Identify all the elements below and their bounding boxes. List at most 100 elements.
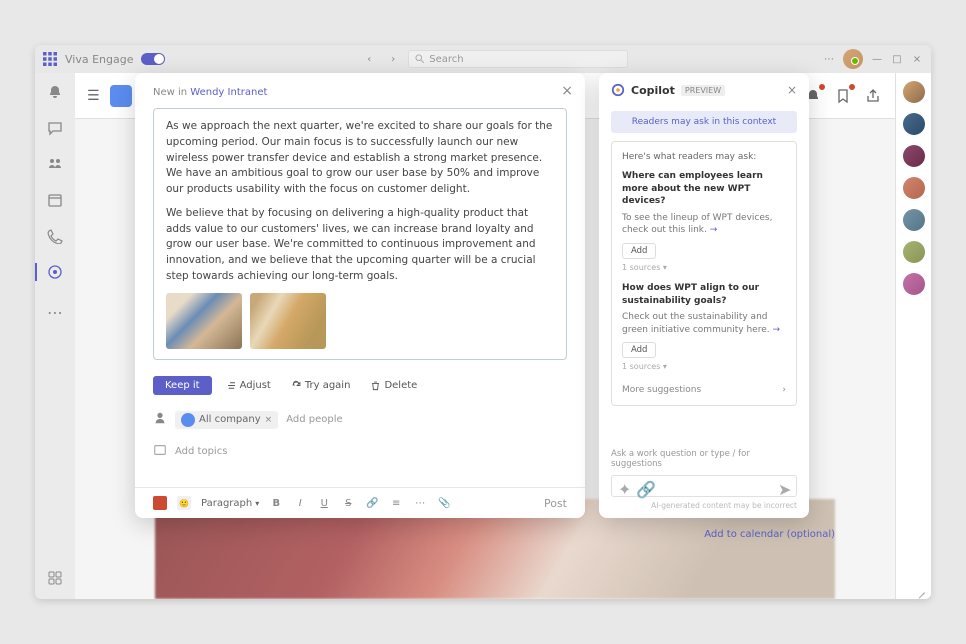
- more-suggestions-link[interactable]: More suggestions ›: [622, 381, 786, 395]
- destination-link[interactable]: Wendy Intranet: [190, 87, 267, 98]
- copilot-panel: Copilot PREVIEW × Readers may ask in thi…: [599, 73, 809, 518]
- add-suggestion-button[interactable]: Add: [622, 342, 656, 358]
- link-arrow-icon[interactable]: →: [710, 225, 718, 235]
- more-format-button[interactable]: ⋯: [413, 498, 427, 509]
- nav-back-button[interactable]: ‹: [360, 50, 378, 68]
- bold-button[interactable]: B: [269, 498, 283, 509]
- format-toolbar: 🙂 Paragraph▾ B I U S 🔗 ≡ ⋯ 📎 Post: [135, 487, 585, 518]
- attachment-image[interactable]: [166, 293, 242, 349]
- topic-icon: [153, 443, 167, 460]
- composer-panel: × New in Wendy Intranet As we approach t…: [135, 73, 585, 518]
- emoji-icon[interactable]: 🙂: [177, 496, 191, 510]
- person-avatar[interactable]: [903, 145, 925, 167]
- compose-paragraph: As we approach the next quarter, we're e…: [166, 119, 554, 198]
- rail-engage[interactable]: [44, 261, 66, 283]
- chevron-right-icon: ›: [782, 385, 786, 395]
- suggestions-card: Here's what readers may ask: Where can e…: [611, 141, 797, 406]
- rail-chat[interactable]: [44, 117, 66, 139]
- italic-button[interactable]: I: [293, 498, 307, 509]
- nav-forward-button[interactable]: ›: [384, 50, 402, 68]
- window-maximize-button[interactable]: □: [891, 54, 903, 65]
- add-topics-link[interactable]: Add topics: [175, 446, 227, 457]
- ai-disclaimer: AI-generated content may be incorrect: [611, 501, 797, 510]
- header-share-icon[interactable]: [863, 86, 883, 106]
- strikethrough-button[interactable]: S: [341, 498, 355, 509]
- copilot-title: Copilot: [631, 84, 675, 97]
- rail-calendar[interactable]: [44, 189, 66, 211]
- attach-button[interactable]: 📎: [437, 498, 451, 509]
- context-notice: Readers may ask in this context: [611, 111, 797, 133]
- copilot-prompt-hint: Ask a work question or type / for sugges…: [611, 449, 797, 469]
- theme-toggle[interactable]: [141, 53, 165, 65]
- app-window: Viva Engage ‹ › Search ⋯ — □ × ⋯: [35, 45, 931, 599]
- more-icon[interactable]: ⋯: [823, 54, 835, 65]
- search-input[interactable]: Search: [408, 50, 628, 68]
- attachment-image[interactable]: [250, 293, 326, 349]
- people-icon: [153, 411, 167, 428]
- adjust-button[interactable]: Adjust: [220, 376, 277, 395]
- post-destination: New in Wendy Intranet: [153, 87, 567, 98]
- community-icon[interactable]: [110, 85, 132, 107]
- preview-badge: PREVIEW: [681, 85, 725, 96]
- waffle-icon[interactable]: [43, 52, 57, 66]
- window-close-button[interactable]: ×: [911, 54, 923, 65]
- card-header: Here's what readers may ask:: [622, 152, 786, 162]
- titlebar: Viva Engage ‹ › Search ⋯ — □ ×: [35, 45, 931, 73]
- add-calendar-link[interactable]: Add to calendar (optional): [704, 529, 835, 540]
- link-button[interactable]: 🔗: [365, 498, 379, 509]
- compose-textarea[interactable]: As we approach the next quarter, we're e…: [153, 108, 567, 360]
- person-avatar[interactable]: [903, 81, 925, 103]
- topic-row: Add topics: [135, 437, 585, 466]
- person-avatar[interactable]: [903, 113, 925, 135]
- suggestion-question: Where can employees learn more about the…: [622, 170, 786, 208]
- post-button[interactable]: Post: [544, 497, 567, 510]
- style-select[interactable]: Paragraph▾: [201, 498, 259, 509]
- rail-teams[interactable]: [44, 153, 66, 175]
- hamburger-icon[interactable]: ☰: [87, 88, 100, 104]
- link-arrow-icon[interactable]: →: [773, 325, 781, 335]
- close-icon[interactable]: ×: [561, 83, 573, 99]
- add-suggestion-button[interactable]: Add: [622, 243, 656, 259]
- suggestion-question: How does WPT align to our sustainability…: [622, 282, 786, 307]
- chip-avatar: [181, 413, 195, 427]
- user-avatar[interactable]: [843, 49, 863, 69]
- app-name: Viva Engage: [65, 53, 133, 66]
- header-bookmark-icon[interactable]: [833, 86, 853, 106]
- chip-remove-icon[interactable]: ×: [265, 415, 273, 425]
- add-people-link[interactable]: Add people: [286, 414, 342, 425]
- suggestion-answer: Check out the sustainability and green i…: [622, 311, 786, 336]
- rail-calls[interactable]: [44, 225, 66, 247]
- person-avatar[interactable]: [903, 273, 925, 295]
- delete-button[interactable]: Delete: [364, 376, 423, 395]
- window-minimize-button[interactable]: —: [871, 54, 883, 65]
- copilot-close-icon[interactable]: ×: [787, 83, 797, 97]
- resize-handle[interactable]: [915, 583, 925, 593]
- sources-link[interactable]: 1 sources ▾: [622, 263, 786, 272]
- underline-button[interactable]: U: [317, 498, 331, 509]
- copilot-input[interactable]: ✦ 🔗 ➤: [611, 475, 797, 497]
- copilot-icon: [611, 83, 625, 97]
- rail-more[interactable]: ⋯: [44, 301, 66, 323]
- copilot-header: Copilot PREVIEW ×: [599, 73, 809, 107]
- person-avatar[interactable]: [903, 209, 925, 231]
- people-row: All company × Add people: [135, 403, 585, 437]
- suggestion-answer: To see the lineup of WPT devices, check …: [622, 212, 786, 237]
- person-avatar[interactable]: [903, 177, 925, 199]
- person-avatar[interactable]: [903, 241, 925, 263]
- attach-icon[interactable]: 🔗: [636, 480, 648, 492]
- list-button[interactable]: ≡: [389, 498, 403, 509]
- try-again-button[interactable]: Try again: [285, 376, 357, 395]
- left-nav-rail: ⋯: [35, 73, 75, 599]
- app-icon[interactable]: [153, 496, 167, 510]
- rail-apps[interactable]: [44, 567, 66, 589]
- search-placeholder: Search: [429, 54, 463, 65]
- compose-paragraph: We believe that by focusing on deliverin…: [166, 206, 554, 285]
- send-icon[interactable]: ➤: [778, 480, 790, 492]
- right-people-rail: [895, 73, 931, 599]
- sources-link[interactable]: 1 sources ▾: [622, 362, 786, 371]
- sparkle-icon: ✦: [618, 480, 630, 492]
- audience-chip[interactable]: All company ×: [175, 411, 278, 429]
- keep-button[interactable]: Keep it: [153, 376, 212, 395]
- ai-action-row: Keep it Adjust Try again Delete: [135, 368, 585, 403]
- rail-activity[interactable]: [44, 81, 66, 103]
